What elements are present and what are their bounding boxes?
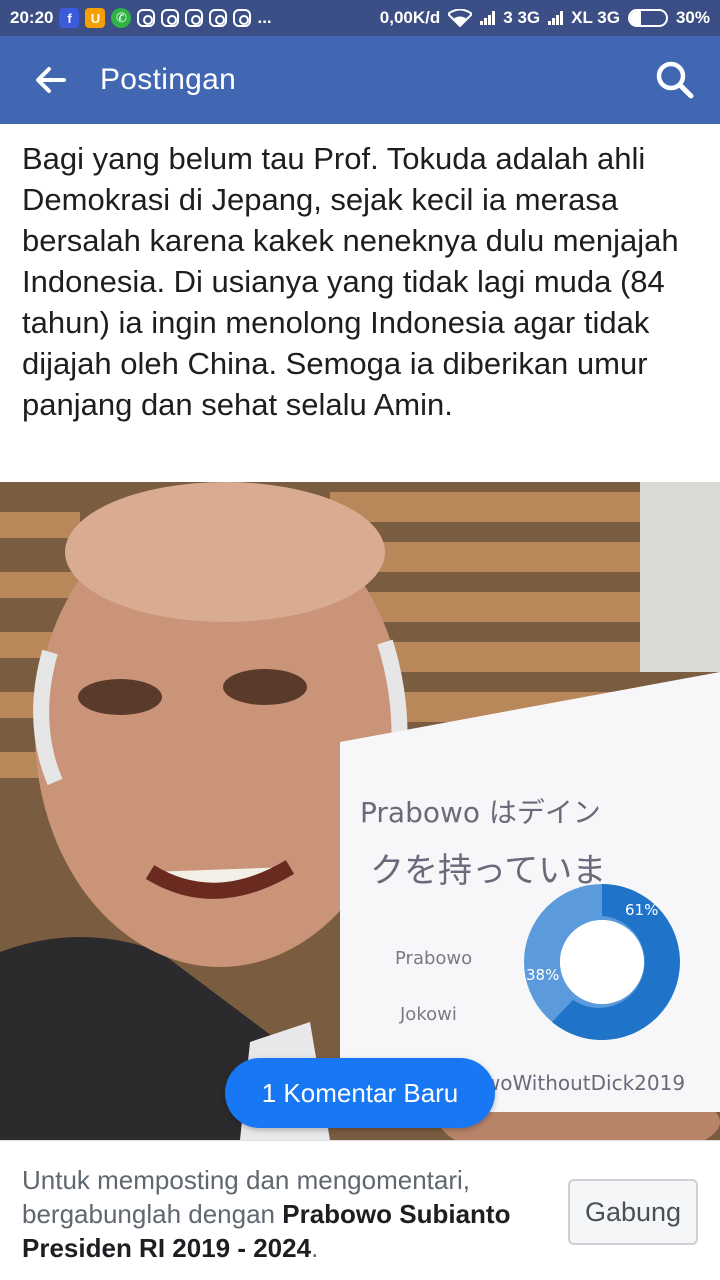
battery-percent: 30% <box>675 8 710 27</box>
status-left: 20:20 f U ✆ ... <box>10 8 272 28</box>
legend-prabowo: Prabowo <box>395 948 472 969</box>
status-bar: 20:20 f U ✆ ... 0,00K/d 3 3G XL 3G 30% <box>0 0 720 36</box>
legend-jokowi: Jokowi <box>399 1004 457 1025</box>
battery-level <box>629 11 641 25</box>
join-button[interactable]: Gabung <box>568 1179 698 1245</box>
signal-icon <box>548 11 564 25</box>
instagram-icon <box>233 9 252 27</box>
search-button[interactable] <box>630 36 720 124</box>
join-prompt: Untuk memposting dan mengomentari, berga… <box>22 1163 552 1265</box>
post-image[interactable]: Prabowo はデイン クを持っていま Prabowo Jokowi 61% … <box>0 482 720 1140</box>
instagram-icon <box>161 9 180 27</box>
instagram-icon <box>137 9 156 27</box>
slice-label-61: 61% <box>625 901 658 919</box>
page-title: Postingan <box>100 63 237 96</box>
network-speed: 0,00K/d <box>379 8 441 27</box>
sim2-label: XL 3G <box>571 8 620 27</box>
slice-label-38: 38% <box>526 966 559 984</box>
app-bar: Postingan <box>0 36 720 124</box>
instagram-icon <box>185 9 204 27</box>
search-icon <box>656 61 694 99</box>
sim1-label: 3 3G <box>503 8 541 27</box>
sign-line-1: Prabowo はデイン <box>360 796 601 829</box>
join-prompt-suffix: . <box>311 1233 319 1263</box>
arrow-left-icon <box>36 67 66 93</box>
more-notifications: ... <box>257 8 272 27</box>
protest-sign: Prabowo はデイン クを持っていま Prabowo Jokowi 61% … <box>340 672 720 1112</box>
status-right: 0,00K/d 3 3G XL 3G 30% <box>380 8 710 28</box>
new-comments-button[interactable]: 1 Komentar Baru <box>225 1058 495 1128</box>
battery-icon <box>627 9 668 27</box>
instagram-icon <box>209 9 228 27</box>
facebook-icon: f <box>59 8 80 28</box>
sign-line-2: クを持っていま <box>370 851 606 891</box>
uc-browser-icon: U <box>85 8 106 28</box>
post-text: Bagi yang belum tau Prof. Tokuda adalah … <box>22 141 679 422</box>
back-button[interactable] <box>0 36 100 124</box>
wifi-icon <box>448 9 473 27</box>
signal-icon <box>480 11 496 25</box>
status-time: 20:20 <box>10 8 54 27</box>
join-group-footer: Untuk memposting dan mengomentari, berga… <box>0 1140 720 1280</box>
whatsapp-icon: ✆ <box>111 8 132 28</box>
